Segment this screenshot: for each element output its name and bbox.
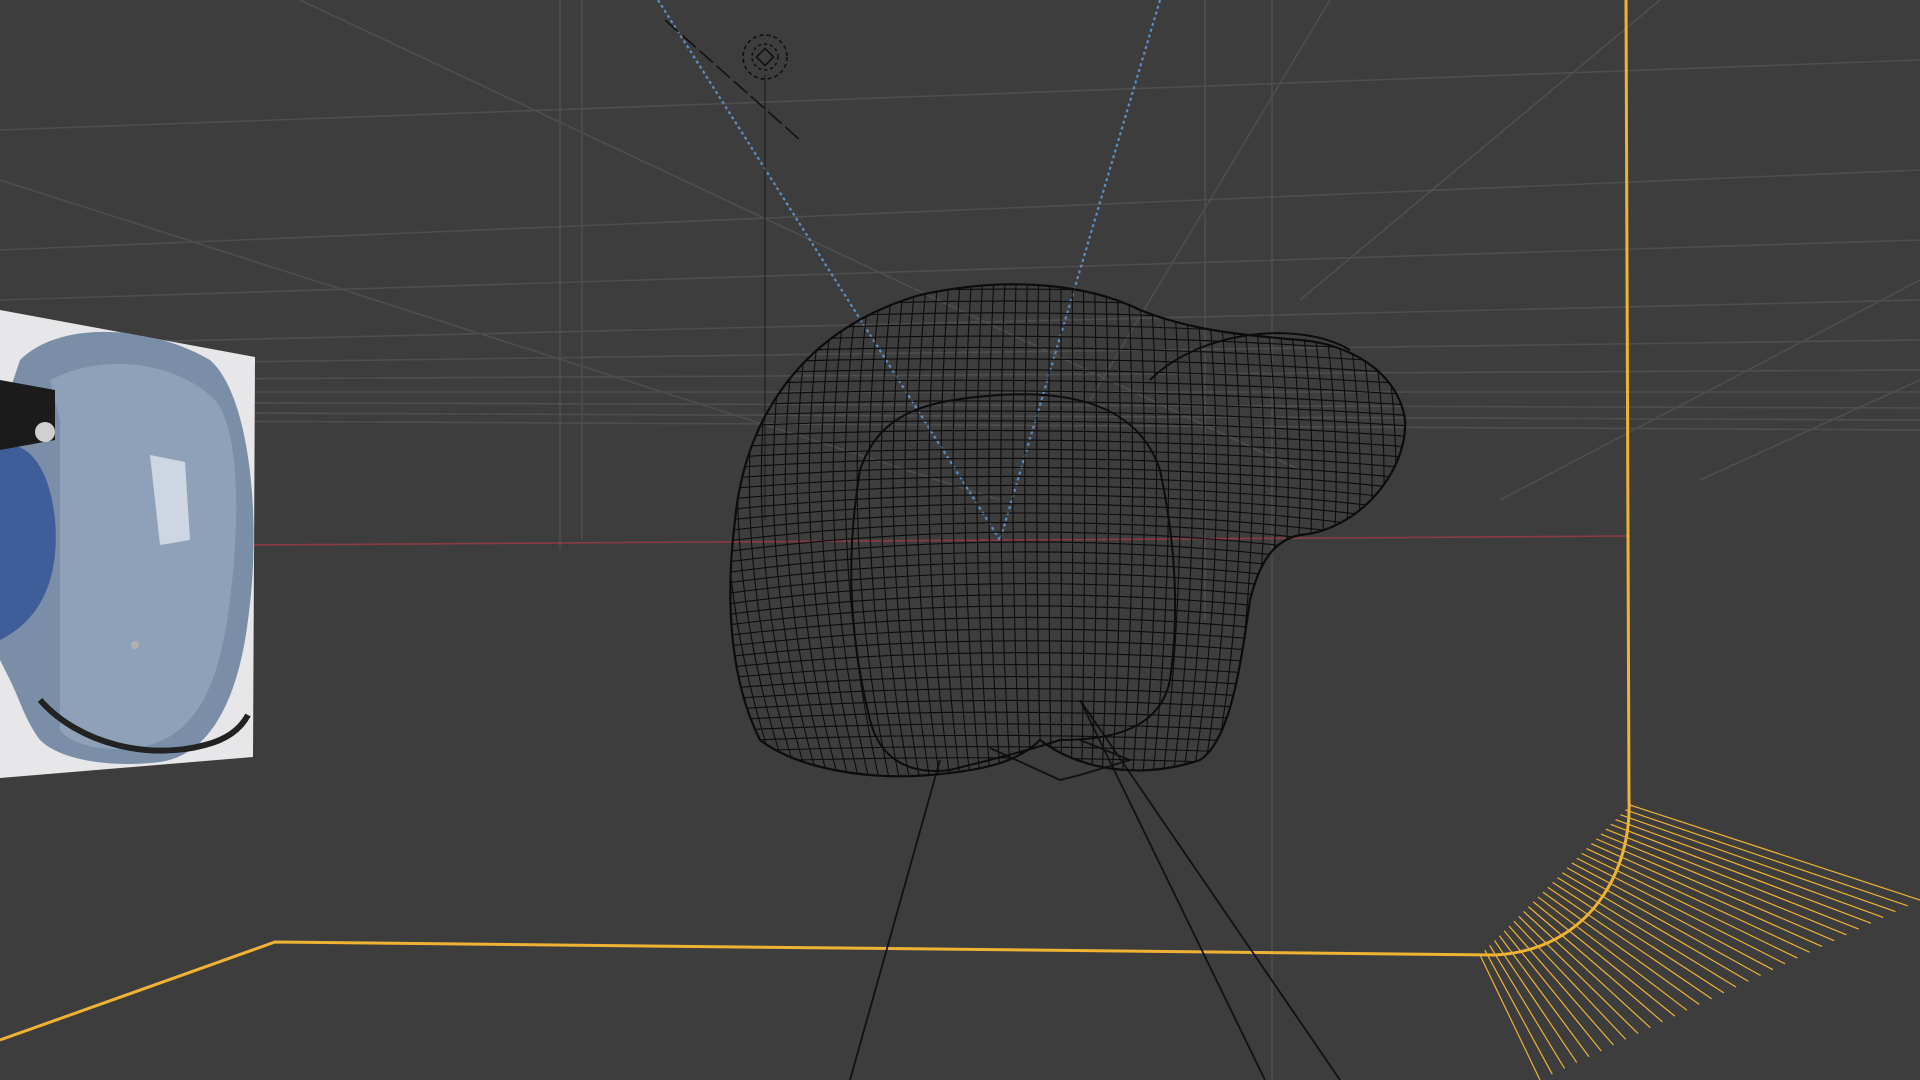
wire-line: [730, 512, 1406, 543]
wire-line: [928, 284, 953, 777]
backdrop-hatch-line: [1571, 862, 1774, 971]
backdrop-hatch-line: [1489, 945, 1566, 1069]
wire-line: [730, 312, 1406, 333]
wire-line: [730, 561, 1406, 595]
wire-line: [730, 711, 1406, 732]
wire-line: [1360, 284, 1406, 777]
backdrop-hatch-line: [1600, 833, 1847, 936]
wire-line: [730, 429, 1406, 448]
wire-line: [730, 676, 1406, 700]
wire-line: [940, 284, 963, 777]
backdrop-hatch-line: [1620, 814, 1896, 913]
wire-line: [1048, 284, 1052, 777]
backdrop-hatch-line: [1610, 823, 1872, 924]
wire-line: [1250, 284, 1289, 777]
wire-line: [730, 323, 1406, 343]
wire-line: [1000, 284, 1013, 777]
wire-line: [730, 572, 1406, 606]
backdrop-hatch-line: [1615, 818, 1884, 918]
backdrop-hatch-line: [1595, 838, 1835, 942]
wire-line: [1320, 284, 1373, 777]
backdrop-hatch-line: [1523, 911, 1651, 1029]
wire-line: [1180, 284, 1205, 777]
wire-line: [952, 284, 973, 777]
helmet-wireframe-mesh[interactable]: [701, 277, 1431, 790]
wire-line: [730, 288, 1406, 312]
wire-line: [730, 616, 1406, 648]
wire-line: [988, 284, 1003, 777]
wire-line: [730, 439, 1406, 459]
backdrop-hatch-line: [1576, 857, 1786, 965]
helmet-reference-image[interactable]: [0, 310, 255, 778]
wire-line: [730, 583, 1406, 616]
3d-viewport[interactable]: [0, 0, 1920, 1080]
backdrop-hatch-line: [1624, 809, 1908, 907]
wire-line: [730, 734, 1406, 753]
wire-line: [796, 284, 843, 777]
wire-line: [1070, 284, 1074, 777]
wire-line: [730, 457, 1406, 480]
backdrop-hatch-line: [1629, 804, 1920, 901]
wire-line: [1340, 284, 1397, 777]
wire-line: [1024, 284, 1033, 777]
wire-line: [820, 284, 863, 777]
wire-line: [730, 594, 1406, 627]
wire-line: [1060, 284, 1062, 777]
wire-line: [730, 420, 1406, 438]
viewport-canvas[interactable]: [0, 0, 1920, 1080]
backdrop-hatch-line: [1513, 920, 1627, 1040]
wire-line: [1220, 284, 1253, 777]
backdrop-hatch-line: [1479, 954, 1541, 1080]
backdrop-hatch-line: [1605, 828, 1859, 930]
camera-frustum[interactable]: [849, 699, 1341, 1080]
wire-line: [808, 284, 853, 777]
backdrop-hatch-line: [1518, 915, 1639, 1034]
wire-line: [1370, 284, 1406, 777]
wire-line: [1012, 284, 1023, 777]
backdrop-hatch-line: [1581, 852, 1798, 959]
wire-line: [730, 605, 1406, 637]
wire-line: [1036, 284, 1042, 777]
wire-line: [730, 687, 1406, 711]
backdrop-hatch-line: [1503, 930, 1602, 1052]
backdrop-hatch-line: [1591, 843, 1823, 947]
wire-line: [730, 503, 1406, 532]
wire-line: [730, 723, 1406, 742]
wire-line: [1310, 284, 1361, 777]
wire-line: [730, 475, 1406, 501]
